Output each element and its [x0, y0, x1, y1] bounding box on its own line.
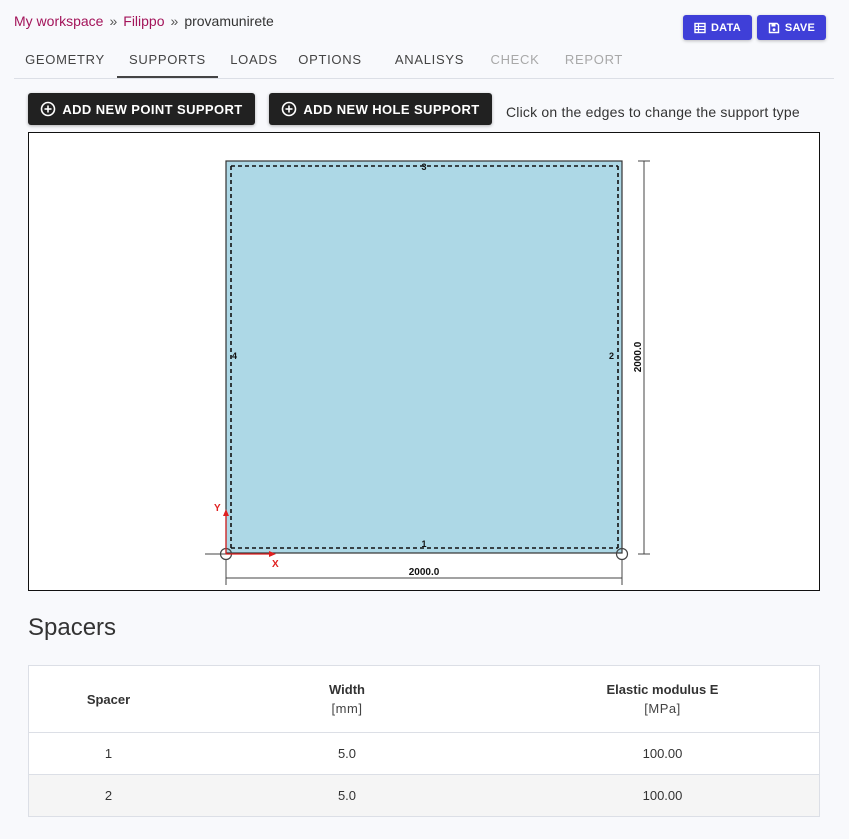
table-header-row: Spacer Width [mm] Elastic modulus E [MPa] [28, 665, 820, 733]
tab-geometry[interactable]: GEOMETRY [14, 42, 116, 77]
column-header-label: Elastic modulus E [606, 682, 719, 697]
column-header-unit: [MPa] [644, 701, 681, 716]
tab-analisys[interactable]: ANALISYS [387, 42, 472, 77]
column-header-elastic-modulus: Elastic modulus E [MPa] [506, 665, 820, 733]
edge-label-4: 4 [232, 351, 237, 361]
save-button[interactable]: SAVE [757, 15, 826, 40]
table-row[interactable]: 1 5.0 100.00 [28, 732, 820, 775]
y-axis-label: Y [214, 503, 221, 514]
edge-label-2: 2 [609, 351, 614, 361]
data-button[interactable]: DATA [683, 15, 752, 40]
table-row[interactable]: 2 5.0 100.00 [28, 774, 820, 817]
spacers-table: Spacer Width [mm] Elastic modulus E [MPa] … [28, 665, 820, 817]
width-dimension-label: 2000.0 [409, 567, 440, 578]
spacer-modulus-cell[interactable]: 100.00 [506, 774, 820, 817]
add-point-support-label: ADD NEW POINT SUPPORT [62, 101, 243, 117]
tab-check: CHECK [490, 52, 540, 67]
tab-options[interactable]: OPTIONS [290, 42, 370, 77]
spacer-id-cell: 1 [28, 732, 188, 775]
breadcrumb-separator: » [170, 13, 179, 29]
column-header-label: Width [329, 682, 365, 697]
support-hint-text: Click on the edges to change the support… [506, 104, 800, 120]
plate-drawing: 1 2 3 4 2000.0 2000.0 X Y [205, 160, 650, 585]
spacer-width-cell[interactable]: 5.0 [188, 732, 506, 775]
x-axis-label: X [272, 559, 279, 570]
save-button-label: SAVE [784, 21, 816, 34]
spacers-title: Spacers [28, 614, 117, 641]
floppy-disk-icon [768, 22, 780, 33]
tab-report: REPORT [564, 52, 624, 67]
tab-supports[interactable]: SUPPORTS [117, 42, 218, 78]
edge-label-1: 1 [421, 539, 426, 549]
add-hole-support-button[interactable]: ADD NEW HOLE SUPPORT [269, 93, 492, 125]
data-button-label: DATA [710, 21, 742, 34]
spacer-modulus-cell[interactable]: 100.00 [506, 732, 820, 775]
column-header-width: Width [mm] [188, 665, 506, 733]
plus-circle-icon [282, 101, 297, 117]
add-point-support-button[interactable]: ADD NEW POINT SUPPORT [28, 93, 255, 125]
breadcrumb-separator: » [109, 13, 118, 29]
edge-label-3: 3 [421, 162, 426, 172]
plus-circle-icon [41, 101, 56, 117]
height-dimension-label: 2000.0 [633, 341, 644, 372]
tab-bar: GEOMETRY SUPPORTS LOADS OPTIONS ANALISYS… [14, 42, 834, 79]
breadcrumb: My workspace » Filippo » provamunirete [14, 13, 274, 29]
breadcrumb-user-link[interactable]: Filippo [123, 13, 164, 29]
spacer-id-cell: 2 [28, 774, 188, 817]
breadcrumb-workspace-link[interactable]: My workspace [14, 13, 103, 29]
plate-shape [225, 160, 623, 554]
table-icon [694, 22, 706, 33]
breadcrumb-project: provamunirete [184, 13, 274, 29]
add-hole-support-label: ADD NEW HOLE SUPPORT [303, 101, 480, 117]
spacer-width-cell[interactable]: 5.0 [188, 774, 506, 817]
tab-loads[interactable]: LOADS [219, 42, 289, 77]
support-drawing-canvas[interactable]: 1 2 3 4 2000.0 2000.0 X Y [28, 132, 820, 591]
column-header-label: Spacer [86, 691, 131, 707]
column-header-unit: [mm] [331, 701, 363, 716]
column-header-spacer: Spacer [28, 665, 188, 733]
